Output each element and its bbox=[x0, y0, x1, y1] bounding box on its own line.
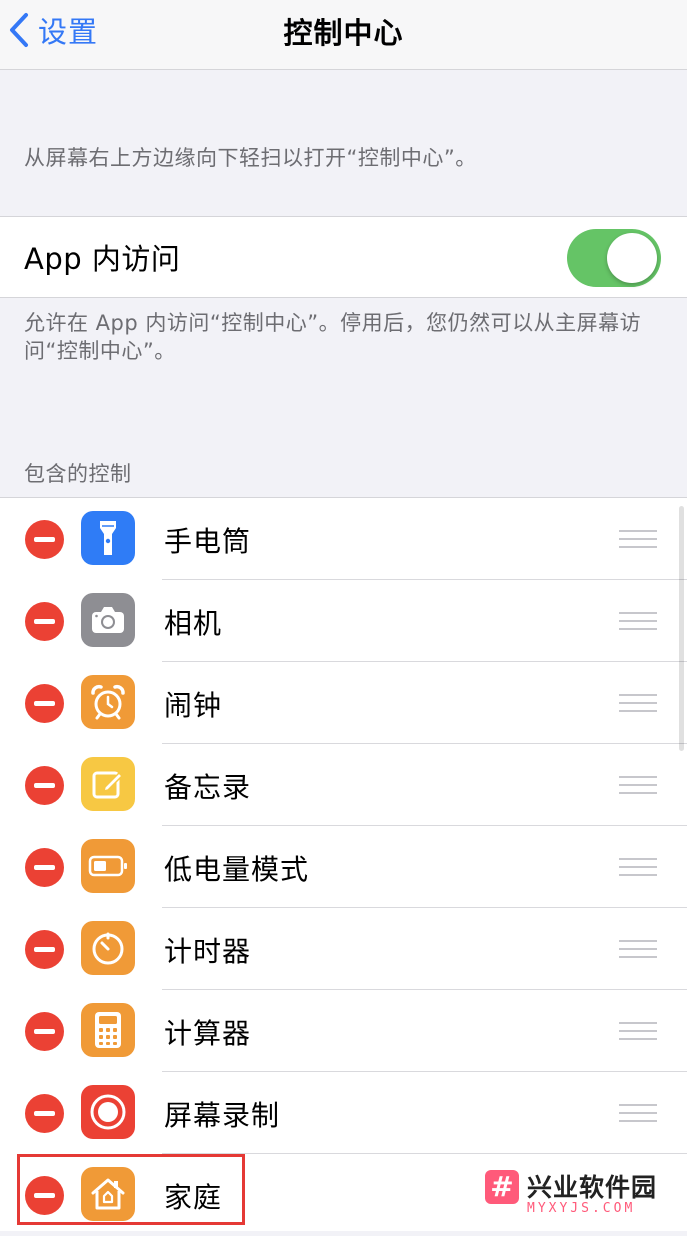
remove-control-button[interactable] bbox=[25, 602, 64, 641]
remove-control-button[interactable] bbox=[25, 1012, 64, 1051]
flashlight-icon bbox=[81, 511, 135, 565]
control-row-calculator: 计算器 bbox=[0, 990, 687, 1072]
remove-control-button[interactable] bbox=[25, 684, 64, 723]
control-label: 屏幕录制 bbox=[164, 1099, 281, 1132]
control-row-low-power: 低电量模式 bbox=[0, 826, 687, 908]
control-label: 手电筒 bbox=[164, 525, 252, 558]
scroll-indicator[interactable] bbox=[679, 506, 684, 751]
app-access-toggle[interactable] bbox=[567, 229, 661, 287]
reorder-handle[interactable] bbox=[619, 612, 657, 630]
app-access-description: 允许在 App 内访问“控制中心”。停用后，您仍然可以从主屏幕访问“控制中心”。 bbox=[24, 311, 642, 363]
reorder-handle[interactable] bbox=[619, 776, 657, 794]
notes-icon bbox=[81, 757, 135, 811]
watermark-logo-icon: # bbox=[485, 1170, 519, 1204]
camera-icon bbox=[81, 593, 135, 647]
control-row-screen-recording: 屏幕录制 bbox=[0, 1072, 687, 1154]
included-controls-list: 手电筒 相机 闹钟 备忘录 低电量模式 计时器 计算器 屏幕录制 家庭 bbox=[0, 497, 687, 1231]
app-access-group: App 内访问 bbox=[0, 216, 687, 298]
highlight-annotation-box bbox=[17, 1154, 245, 1225]
app-access-label: App 内访问 bbox=[24, 242, 181, 276]
reorder-handle[interactable] bbox=[619, 1104, 657, 1122]
watermark: # 兴业软件园 MYXYJS.COM bbox=[485, 1168, 685, 1224]
remove-control-button[interactable] bbox=[25, 1094, 64, 1133]
reorder-handle[interactable] bbox=[619, 858, 657, 876]
control-label: 低电量模式 bbox=[164, 853, 310, 886]
control-label: 闹钟 bbox=[164, 689, 223, 722]
remove-control-button[interactable] bbox=[25, 766, 64, 805]
watermark-name: 兴业软件园 bbox=[527, 1173, 658, 1202]
control-row-alarm: 闹钟 bbox=[0, 662, 687, 744]
control-row-timer: 计时器 bbox=[0, 908, 687, 990]
battery-icon bbox=[81, 839, 135, 893]
remove-control-button[interactable] bbox=[25, 520, 64, 559]
calculator-icon bbox=[81, 1003, 135, 1057]
remove-control-button[interactable] bbox=[25, 930, 64, 969]
control-row-notes: 备忘录 bbox=[0, 744, 687, 826]
toggle-knob bbox=[607, 233, 657, 283]
remove-control-button[interactable] bbox=[25, 848, 64, 887]
navigation-bar: 设置 控制中心 bbox=[0, 0, 687, 70]
watermark-url: MYXYJS.COM bbox=[527, 1201, 636, 1216]
reorder-handle[interactable] bbox=[619, 1022, 657, 1040]
control-label: 计算器 bbox=[164, 1017, 252, 1050]
control-label: 计时器 bbox=[164, 935, 252, 968]
control-label: 相机 bbox=[164, 607, 223, 640]
timer-icon bbox=[81, 921, 135, 975]
reorder-handle[interactable] bbox=[619, 940, 657, 958]
app-access-row: App 内访问 bbox=[0, 217, 687, 297]
swipe-instruction-text: 从屏幕右上方边缘向下轻扫以打开“控制中心”。 bbox=[24, 146, 477, 170]
included-controls-header: 包含的控制 bbox=[24, 462, 132, 486]
reorder-handle[interactable] bbox=[619, 694, 657, 712]
screen-record-icon bbox=[81, 1085, 135, 1139]
control-row-camera: 相机 bbox=[0, 580, 687, 662]
reorder-handle[interactable] bbox=[619, 530, 657, 548]
alarm-icon bbox=[81, 675, 135, 729]
page-title: 控制中心 bbox=[283, 16, 404, 50]
control-label: 备忘录 bbox=[164, 771, 252, 804]
control-row-flashlight: 手电筒 bbox=[0, 498, 687, 580]
